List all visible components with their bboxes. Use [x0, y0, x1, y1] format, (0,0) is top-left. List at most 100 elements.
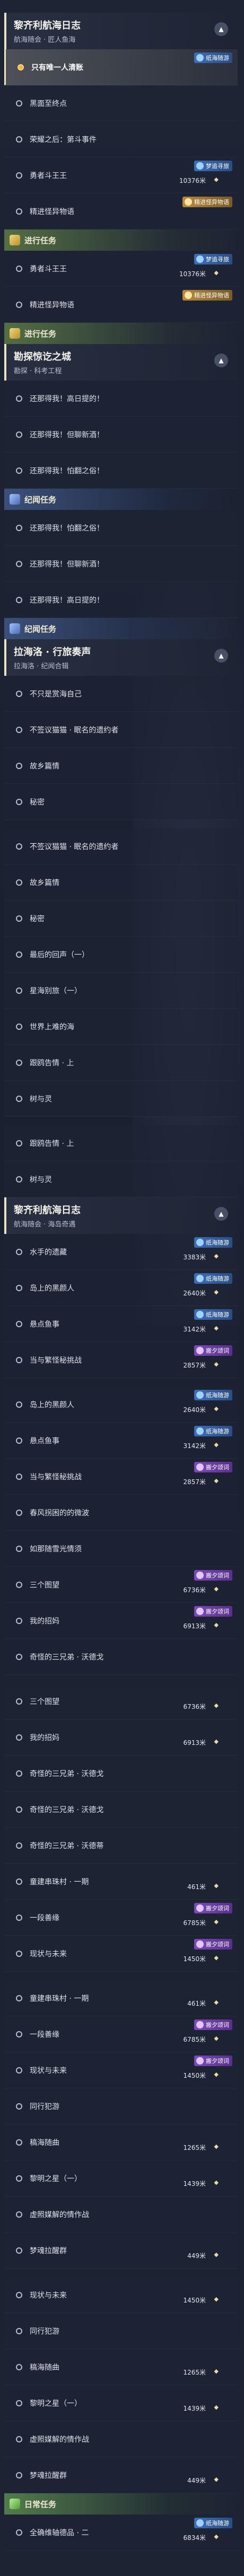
task-row[interactable]: 三个图望 6736米 ◆ 搬夕颂词: [4, 1567, 238, 1603]
task-row[interactable]: 树与灵: [4, 1081, 238, 1117]
task-row[interactable]: 稿海随曲 1265米 ◆: [4, 2349, 238, 2385]
task-row[interactable]: 勇者斗王王 10376米 ◆ 梦追寻旅: [4, 251, 238, 287]
task-row[interactable]: 岛上的黑颜人 2640米 ◆ 纸海随游: [4, 1387, 238, 1423]
task-row[interactable]: 树与灵: [4, 1161, 238, 1197]
task-tag-badge: 梦追寻旅: [194, 254, 232, 264]
task-row[interactable]: 虚照媒解的情作战: [4, 2421, 238, 2457]
task-row[interactable]: 还那得我！高日提的！: [4, 381, 238, 417]
task-row[interactable]: 奇怪的三兄弟 · 沃德戈: [4, 1792, 238, 1828]
quest-section-header[interactable]: 黎齐利航海日志 航海随会 · 匠人鱼海 ▲: [4, 13, 238, 49]
task-row[interactable]: 同行犯游: [4, 2088, 238, 2124]
task-row[interactable]: 稿海随曲 1265米 ◆: [4, 2124, 238, 2160]
task-row[interactable]: 现状与未来 1450米 ◆: [4, 2277, 238, 2313]
task-status-icon: [16, 2211, 22, 2218]
task-row[interactable]: 还那得我！高日提的！: [4, 582, 238, 618]
task-row[interactable]: 故乡篇情: [4, 864, 238, 901]
task-row[interactable]: 勇者斗王王 10376米 ◆ 梦追寻旅: [4, 157, 238, 193]
task-row[interactable]: 一段善缘 6785米 ◆ 搬夕颂词: [4, 2016, 238, 2052]
task-row[interactable]: 星海别旅（一）: [4, 973, 238, 1009]
category-header-guide[interactable]: 纪闻任务: [4, 618, 238, 639]
task-name: 虚照媒解的情作战: [30, 2435, 89, 2444]
category-header-doing[interactable]: 进行任务: [4, 230, 238, 251]
task-name: 故乡篇情: [30, 878, 59, 887]
task-row[interactable]: 还那得我！但聊新酒！: [4, 417, 238, 453]
task-row[interactable]: 世界上难的海: [4, 1009, 238, 1045]
list-gap: [4, 1675, 238, 1683]
task-status-icon: [16, 915, 22, 922]
task-row[interactable]: 还那得我！但聊新酒！: [4, 546, 238, 582]
task-row[interactable]: 现状与未来 1450米 ◆ 搬夕颂词: [4, 1936, 238, 1972]
task-row[interactable]: 如那随雪光情须: [4, 1531, 238, 1567]
task-row[interactable]: 黎明之星（一） 1439米 ◆: [4, 2160, 238, 2196]
quest-section-header[interactable]: 拉海洛 · 行旅奏声 拉海洛 · 纪闻合辑 ▲: [4, 639, 238, 676]
task-row[interactable]: 悬点鱼事 3142米 ◆ 纸海随游: [4, 1306, 238, 1342]
task-row[interactable]: 三个图望 6736米 ◆: [4, 1683, 238, 1719]
task-row[interactable]: 还那得我！怕翻之俗！: [4, 510, 238, 546]
task-row[interactable]: 全确维轴德品 · 二 6834米 ◆ 纸海随游: [4, 2515, 238, 2551]
location-pin-icon: ◆: [214, 269, 219, 276]
task-row[interactable]: 一段善缘 6785米 ◆ 搬夕颂词: [4, 1900, 238, 1936]
location-pin-icon: ◆: [214, 2368, 219, 2375]
task-row[interactable]: 岛上的黑颜人 2640米 ◆ 纸海随游: [4, 1270, 238, 1306]
category-header-daily[interactable]: 日常任务: [4, 2493, 238, 2515]
task-distance: 2640米: [183, 1290, 206, 1297]
task-distance: 6736米: [183, 1586, 206, 1594]
collapse-toggle-icon[interactable]: ▲: [214, 649, 228, 663]
task-row[interactable]: 秘密: [4, 784, 238, 820]
task-row[interactable]: 同行犯游: [4, 2313, 238, 2349]
quest-section-header[interactable]: 黎齐利航海日志 航海随会 · 海岛奇遇 ▲: [4, 1197, 238, 1234]
task-status-icon: [16, 1806, 22, 1813]
location-pin-icon: ◆: [214, 1361, 219, 1368]
task-row[interactable]: 秘密: [4, 901, 238, 937]
task-row[interactable]: 还那得我！怕翻之俗！: [4, 453, 238, 489]
list-gap: [4, 820, 238, 828]
task-row[interactable]: 黑面至终点: [4, 85, 238, 121]
location-pin-icon: ◆: [214, 2251, 219, 2258]
task-row[interactable]: 不只是赏海自己: [4, 676, 238, 712]
task-row[interactable]: 最后的回声（一）: [4, 937, 238, 973]
task-row[interactable]: 故乡篇情: [4, 748, 238, 784]
task-row[interactable]: 悬点鱼事 3142米 ◆ 纸海随游: [4, 1423, 238, 1459]
task-row[interactable]: 荣耀之后：第斗事件: [4, 121, 238, 157]
task-row[interactable]: 跟鸥告情 · 上: [4, 1045, 238, 1081]
task-row[interactable]: 精进怪异物语 精进怪异物语: [4, 287, 238, 323]
task-row[interactable]: 奇怪的三兄弟 · 沃德戈: [4, 1755, 238, 1792]
task-row[interactable]: 不签议猫猫 · 眠名的遗约者: [4, 828, 238, 864]
location-pin-icon: ◆: [214, 2035, 219, 2042]
task-row[interactable]: 梦魂拉醒群 449米 ◆: [4, 2233, 238, 2269]
category-header-guide[interactable]: 纪闻任务: [4, 489, 238, 510]
task-status-icon: [16, 2436, 22, 2442]
collapse-toggle-icon[interactable]: ▲: [214, 22, 228, 36]
task-row[interactable]: 春风拐困的的微波: [4, 1495, 238, 1531]
location-pin-icon: ◆: [214, 1918, 219, 1925]
task-row[interactable]: 虚照媒解的情作战: [4, 2196, 238, 2233]
quest-section-header[interactable]: 勘探惊讫之城 勘探 · 科考工程 ▲: [4, 344, 238, 381]
category-header-doing[interactable]: 进行任务: [4, 323, 238, 344]
task-row[interactable]: 水手的遗藏 3383米 ◆ 纸海随游: [4, 1234, 238, 1270]
task-name: 岛上的黑颜人: [30, 1284, 74, 1293]
task-row[interactable]: 童建串珠村 · 一期 461米 ◆: [4, 1864, 238, 1900]
task-row[interactable]: 奇怪的三兄弟 · 沃德蒂: [4, 1828, 238, 1864]
task-status-icon: [16, 431, 22, 438]
task-distance: 3383米: [183, 1254, 206, 1261]
task-row[interactable]: 只有唯一人清账 纸海随游: [4, 49, 238, 85]
task-distance: 449米: [187, 2477, 206, 2484]
location-pin-icon: ◆: [214, 1882, 219, 1889]
task-status-icon: [16, 100, 22, 107]
task-row[interactable]: 当与繁怪秘挑战 2857米 ◆ 搬夕颂词: [4, 1459, 238, 1495]
task-row[interactable]: 现状与未来 1450米 ◆ 搬夕颂词: [4, 2052, 238, 2088]
task-row[interactable]: 我的招妈 6913米 ◆ 搬夕颂词: [4, 1603, 238, 1639]
task-row[interactable]: 梦魂拉醒群 449米 ◆: [4, 2457, 238, 2493]
collapse-toggle-icon[interactable]: ▲: [214, 354, 228, 367]
task-name: 黎明之星（一）: [30, 2174, 82, 2183]
task-row[interactable]: 跟鸥告情 · 上: [4, 1125, 238, 1161]
task-row[interactable]: 奇怪的三兄弟 · 沃德戈: [4, 1639, 238, 1675]
task-row[interactable]: 精进怪异物语 精进怪异物语: [4, 193, 238, 230]
collapse-toggle-icon[interactable]: ▲: [214, 1207, 228, 1221]
task-row[interactable]: 当与繁怪秘挑战 2857米 ◆ 搬夕颂词: [4, 1342, 238, 1378]
task-tag-badge: 搬夕颂词: [194, 2055, 232, 2066]
task-row[interactable]: 不签议猫猫 · 眠名的遗约者: [4, 712, 238, 748]
task-row[interactable]: 我的招妈 6913米 ◆: [4, 1719, 238, 1755]
task-row[interactable]: 童建串珠村 · 一期 461米 ◆: [4, 1980, 238, 2016]
task-row[interactable]: 黎明之星（一） 1439米 ◆: [4, 2385, 238, 2421]
